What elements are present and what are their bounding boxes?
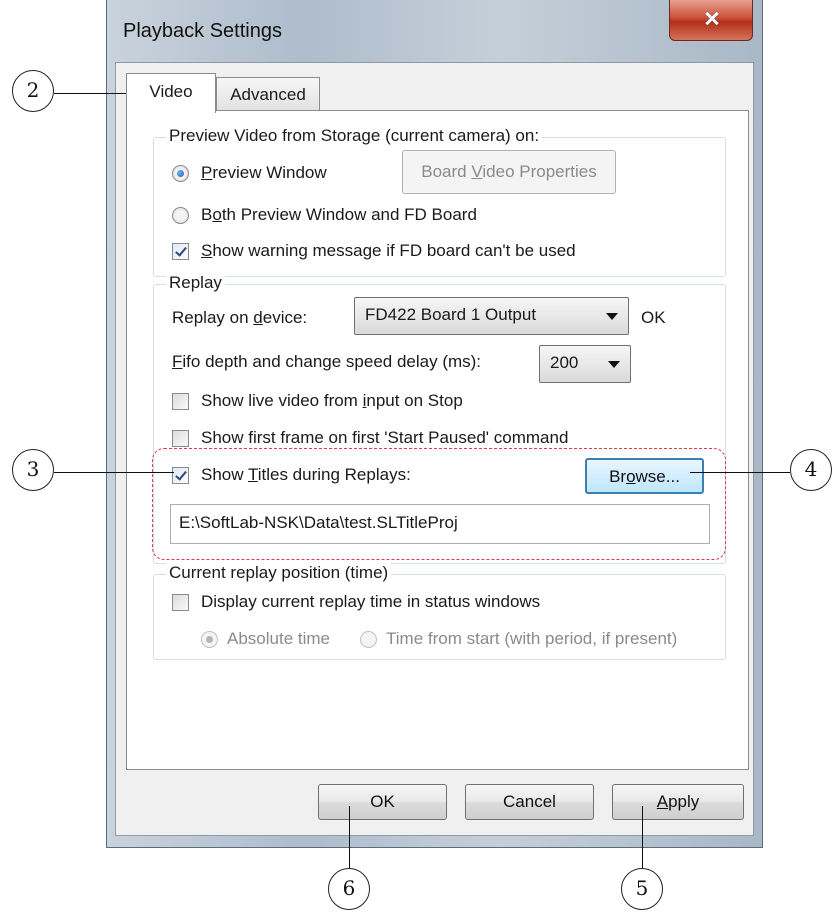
show-warning-label[interactable]: Show warning message if FD board can't b… xyxy=(201,241,576,261)
absolute-time-radio[interactable] xyxy=(201,631,218,648)
show-first-frame-checkbox[interactable] xyxy=(172,430,189,447)
replay-device-label: Replay on device: xyxy=(172,308,308,327)
title-bar[interactable]: Playback Settings xyxy=(107,0,762,62)
show-live-video-label[interactable]: Show live video from input on Stop xyxy=(201,391,463,411)
callout-5: 5 xyxy=(621,868,663,910)
callout-2: 2 xyxy=(12,70,54,112)
board-video-properties-button[interactable]: Board Video Properties xyxy=(402,150,616,194)
fifo-depth-value: 200 xyxy=(550,353,579,372)
preview-window-radio[interactable] xyxy=(172,165,189,182)
callout-3-leader xyxy=(54,472,174,473)
cancel-button[interactable]: Cancel xyxy=(465,784,594,820)
chevron-down-icon xyxy=(608,361,620,368)
absolute-time-label[interactable]: Absolute time xyxy=(227,629,330,649)
close-button[interactable] xyxy=(669,0,753,41)
both-preview-fd-board-radio[interactable] xyxy=(172,207,189,224)
show-live-video-checkbox[interactable] xyxy=(172,393,189,410)
window-title: Playback Settings xyxy=(123,20,282,42)
preview-window-label[interactable]: Preview Window xyxy=(201,163,327,183)
tab-video[interactable]: Video xyxy=(126,73,216,113)
tab-video-label: Video xyxy=(149,82,193,101)
title-project-path-value: E:\SoftLab-NSK\Data\test.SLTitleProj xyxy=(179,513,458,532)
show-warning-checkbox[interactable] xyxy=(172,243,189,260)
fifo-depth-select[interactable]: 200 xyxy=(539,345,631,383)
chevron-down-icon xyxy=(606,313,618,320)
title-project-path-field[interactable]: E:\SoftLab-NSK\Data\test.SLTitleProj xyxy=(170,504,710,544)
replay-position-group-title: Current replay position (time) xyxy=(166,563,392,583)
callout-3: 3 xyxy=(12,449,54,491)
tab-advanced-label: Advanced xyxy=(230,85,306,104)
time-from-start-label[interactable]: Time from start (with period, if present… xyxy=(386,629,722,649)
display-replay-time-checkbox[interactable] xyxy=(172,594,189,611)
callout-4-leader xyxy=(690,472,790,473)
apply-button[interactable]: Apply xyxy=(612,784,744,820)
tab-advanced[interactable]: Advanced xyxy=(216,77,320,111)
both-preview-fd-board-label[interactable]: Both Preview Window and FD Board xyxy=(201,205,477,225)
callout-6-leader xyxy=(349,806,350,868)
fifo-depth-label: Fifo depth and change speed delay (ms): xyxy=(172,352,482,371)
show-first-frame-label[interactable]: Show first frame on first 'Start Paused'… xyxy=(201,428,568,448)
callout-4: 4 xyxy=(790,449,832,491)
device-status-text: OK xyxy=(641,308,666,327)
replay-group-title: Replay xyxy=(166,273,225,293)
preview-group-title: Preview Video from Storage (current came… xyxy=(166,126,543,146)
show-titles-checkbox[interactable] xyxy=(172,467,189,484)
callout-6: 6 xyxy=(328,868,370,910)
browse-button[interactable]: Browse... xyxy=(585,458,704,494)
callout-5-leader xyxy=(642,806,643,868)
show-titles-label[interactable]: Show Titles during Replays: xyxy=(201,465,411,485)
ok-button[interactable]: OK xyxy=(318,784,447,820)
display-replay-time-label[interactable]: Display current replay time in status wi… xyxy=(201,592,579,612)
replay-device-value: FD422 Board 1 Output xyxy=(365,305,537,324)
replay-device-select[interactable]: FD422 Board 1 Output xyxy=(354,297,629,335)
time-from-start-radio[interactable] xyxy=(360,631,377,648)
